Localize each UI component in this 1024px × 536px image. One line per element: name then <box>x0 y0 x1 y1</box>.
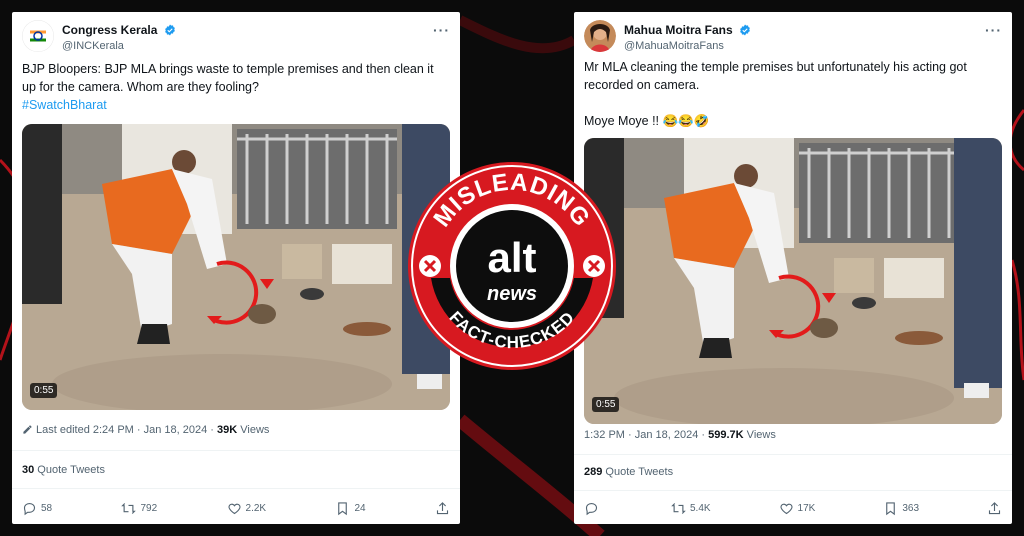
quote-tweets-link[interactable]: 30 Quote Tweets <box>22 464 105 476</box>
author-handle[interactable]: @MahuaMoitraFans <box>624 40 724 52</box>
like-count: 17K <box>797 502 816 514</box>
edited-timestamp[interactable]: Last edited 2:24 PM · Jan 18, 2024 · <box>36 424 217 436</box>
more-options-icon[interactable]: ··· <box>433 22 450 38</box>
quote-count: 289 <box>584 466 603 478</box>
reply-button[interactable] <box>584 501 603 516</box>
retweet-icon <box>121 502 137 514</box>
x-mark-right-icon <box>583 255 605 277</box>
quote-label: Quote Tweets <box>34 464 105 476</box>
like-count: 2.2K <box>245 502 267 514</box>
retweet-count: 792 <box>140 502 158 514</box>
bookmark-button[interactable]: 24 <box>335 501 366 516</box>
tweet-card-right: Mahua Moitra Fans @MahuaMoitraFans ··· M… <box>574 12 1012 524</box>
avatar[interactable] <box>584 20 616 52</box>
quote-count: 30 <box>22 464 35 476</box>
tweet-video[interactable]: 0:55 <box>584 138 1002 424</box>
more-options-icon[interactable]: ··· <box>985 22 1002 38</box>
video-frame <box>584 138 1002 424</box>
verified-badge-icon <box>740 24 750 36</box>
reply-button[interactable]: 58 <box>22 501 52 516</box>
edit-pencil-icon <box>23 425 32 434</box>
video-duration: 0:55 <box>30 383 58 398</box>
author-handle[interactable]: @INCKerala <box>62 40 124 52</box>
share-icon <box>436 501 449 514</box>
x-mark-left-icon <box>419 255 441 277</box>
tweet-timestamp[interactable]: 1:32 PM · Jan 18, 2024 · <box>584 429 708 441</box>
author-name-text[interactable]: Mahua Moitra Fans <box>624 23 733 37</box>
divider <box>574 490 1012 491</box>
tweet-video[interactable]: 0:55 <box>22 124 450 410</box>
retweet-icon <box>671 502 686 514</box>
tweet-meta: Last edited 2:24 PM · Jan 18, 2024 · 39K… <box>22 424 269 436</box>
retweet-count: 5.4K <box>689 502 711 514</box>
avatar[interactable] <box>22 20 54 52</box>
reply-count: 58 <box>41 502 53 514</box>
video-frame <box>22 124 450 410</box>
share-icon <box>988 501 1001 514</box>
views-count: 39K <box>217 424 238 436</box>
verified-badge-icon <box>164 24 175 36</box>
brand-alt: alt <box>487 234 536 281</box>
bookmark-count: 24 <box>354 502 366 514</box>
heart-icon <box>780 503 793 514</box>
bookmark-icon <box>338 501 348 515</box>
like-button[interactable]: 2.2K <box>227 501 267 516</box>
author-name-text[interactable]: Congress Kerala <box>62 23 157 37</box>
share-button[interactable] <box>435 501 450 516</box>
video-duration: 0:55 <box>592 397 620 412</box>
share-button[interactable] <box>987 501 1002 516</box>
bookmark-count: 363 <box>902 502 920 514</box>
views-label: Views <box>743 429 776 441</box>
tweet-text: BJP Bloopers: BJP MLA brings waste to te… <box>22 60 450 114</box>
bookmark-icon <box>886 501 896 515</box>
tweet-card-left: Congress Kerala @INCKerala ··· BJP Bloop… <box>12 12 460 524</box>
tweet-actions: 58 792 2.2K 24 <box>22 498 450 518</box>
views-count: 599.7K <box>708 429 744 441</box>
tweet-body: BJP Bloopers: BJP MLA brings waste to te… <box>22 62 434 94</box>
tweet-actions: 5.4K 17K 363 <box>584 498 1002 518</box>
bookmark-button[interactable]: 363 <box>883 501 919 516</box>
reply-icon <box>585 502 598 515</box>
divider <box>12 450 460 451</box>
quote-tweets-link[interactable]: 289 Quote Tweets <box>584 466 673 478</box>
tweet-body-line2: Moye Moye !! 😂😂🤣 <box>584 114 710 128</box>
tweet-header: Mahua Moitra Fans @MahuaMoitraFans ··· <box>584 20 1002 60</box>
misleading-fact-check-badge: MISLEADING FACT-CHECKED alt news <box>408 162 616 370</box>
retweet-button[interactable]: 792 <box>121 501 157 516</box>
divider <box>574 454 1012 455</box>
like-button[interactable]: 17K <box>779 501 816 516</box>
brand-news: news <box>487 283 537 305</box>
retweet-button[interactable]: 5.4K <box>671 501 711 516</box>
author-name[interactable]: Congress Kerala <box>62 23 176 37</box>
quote-label: Quote Tweets <box>602 466 674 478</box>
hashtag-link[interactable]: #SwatchBharat <box>22 98 107 112</box>
heart-icon <box>228 503 241 514</box>
tweet-meta: 1:32 PM · Jan 18, 2024 · 599.7K Views <box>584 429 776 441</box>
tweet-body: Mr MLA cleaning the temple premises but … <box>584 60 967 92</box>
tweet-header: Congress Kerala @INCKerala ··· <box>22 20 450 60</box>
author-name[interactable]: Mahua Moitra Fans <box>624 23 751 37</box>
reply-icon <box>23 502 36 515</box>
divider <box>12 488 460 489</box>
views-label: Views <box>237 424 270 436</box>
tweet-text: Mr MLA cleaning the temple premises but … <box>584 58 1002 130</box>
